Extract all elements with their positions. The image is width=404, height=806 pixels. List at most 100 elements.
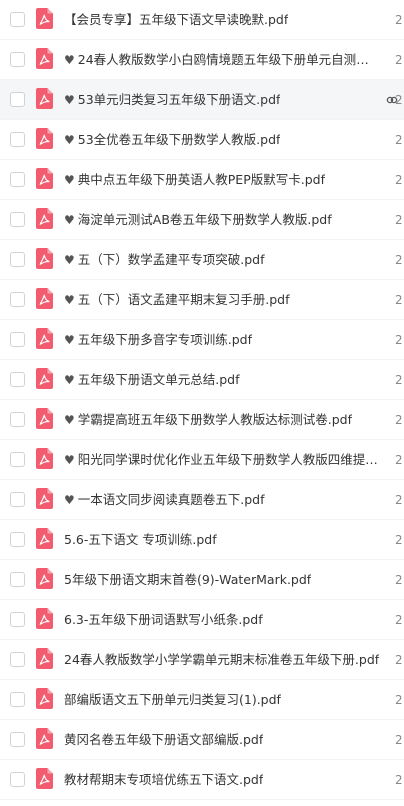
pdf-icon: [36, 768, 53, 789]
file-name-text: 部编版语文五下册单元归类复习(1).pdf: [64, 692, 281, 707]
pdf-icon: [36, 528, 53, 549]
file-row[interactable]: 教材帮期末专项培优练五下语文.pdf 2: [0, 760, 404, 800]
row-checkbox[interactable]: [10, 212, 25, 227]
file-date: 2: [395, 253, 403, 267]
file-date: 2: [395, 373, 403, 387]
file-row[interactable]: 【会员专享】五年级下语文早读晚默.pdf 2: [0, 0, 404, 40]
file-name[interactable]: ♥ 海淀单元测试AB卷五年级下册数学人教版.pdf: [64, 200, 332, 240]
row-checkbox[interactable]: [10, 412, 25, 427]
heart-icon: ♥: [64, 333, 75, 347]
file-row[interactable]: ♥ 24春人教版数学小白鸥情境题五年级下册单元自测卷.pdf 2: [0, 40, 404, 80]
file-name[interactable]: 5年级下册语文期末首卷(9)-WaterMark.pdf: [64, 560, 311, 600]
file-name[interactable]: ♥ 一本语文同步阅读真题卷五下.pdf: [64, 480, 265, 520]
row-checkbox[interactable]: [10, 92, 25, 107]
file-name[interactable]: ♥ 阳光同学课时优化作业五年级下册数学人教版四维提优.pdf: [64, 440, 380, 480]
row-checkbox[interactable]: [10, 292, 25, 307]
heart-icon: ♥: [64, 253, 75, 267]
pdf-icon: [36, 208, 53, 229]
file-row[interactable]: ♥ 学霸提高班五年级下册数学人教版达标测试卷.pdf 2: [0, 400, 404, 440]
file-name[interactable]: 部编版语文五下册单元归类复习(1).pdf: [64, 680, 281, 720]
file-name-text: 24春人教版数学小白鸥情境题五年级下册单元自测卷.pdf: [77, 52, 380, 67]
row-checkbox[interactable]: [10, 652, 25, 667]
file-row[interactable]: ♥ 53单元归类复习五年级下册语文.pdf 2: [0, 80, 404, 120]
pdf-icon: [36, 248, 53, 269]
pdf-icon: [36, 408, 53, 429]
file-name[interactable]: ♥ 五年级下册多音字专项训练.pdf: [64, 320, 252, 360]
heart-icon: ♥: [64, 293, 75, 307]
file-row[interactable]: 5年级下册语文期末首卷(9)-WaterMark.pdf 2: [0, 560, 404, 600]
file-name[interactable]: 教材帮期末专项培优练五下语文.pdf: [64, 760, 263, 800]
file-name[interactable]: 黄冈名卷五年级下册语文部编版.pdf: [64, 720, 263, 760]
file-row[interactable]: ♥ 典中点五年级下册英语人教PEP版默写卡.pdf 2: [0, 160, 404, 200]
file-name-text: 53全优卷五年级下册数学人教版.pdf: [77, 132, 281, 147]
pdf-icon: [36, 8, 53, 29]
row-checkbox[interactable]: [10, 532, 25, 547]
file-row[interactable]: ♥ 五（下）数学孟建平专项突破.pdf 2: [0, 240, 404, 280]
row-checkbox[interactable]: [10, 172, 25, 187]
row-checkbox[interactable]: [10, 612, 25, 627]
heart-icon: ♥: [64, 53, 75, 67]
heart-icon: ♥: [64, 93, 75, 107]
file-row[interactable]: ♥ 五年级下册多音字专项训练.pdf 2: [0, 320, 404, 360]
file-name[interactable]: ♥ 53单元归类复习五年级下册语文.pdf: [64, 80, 280, 120]
file-date: 2: [395, 533, 403, 547]
file-row[interactable]: ♥ 53全优卷五年级下册数学人教版.pdf 2: [0, 120, 404, 160]
file-name[interactable]: ♥ 53全优卷五年级下册数学人教版.pdf: [64, 120, 280, 160]
file-name[interactable]: ♥ 五（下）数学孟建平专项突破.pdf: [64, 240, 265, 280]
file-date: 2: [395, 413, 403, 427]
file-row[interactable]: 24春人教版数学小学学霸单元期末标准卷五年级下册.pdf 2: [0, 640, 404, 680]
file-name[interactable]: ♥ 五（下）语文孟建平期末复习手册.pdf: [64, 280, 290, 320]
file-row[interactable]: ♥ 一本语文同步阅读真题卷五下.pdf 2: [0, 480, 404, 520]
row-checkbox[interactable]: [10, 252, 25, 267]
row-checkbox[interactable]: [10, 52, 25, 67]
file-name[interactable]: 6.3-五年级下册词语默写小纸条.pdf: [64, 600, 263, 640]
row-checkbox[interactable]: [10, 732, 25, 747]
file-date: 2: [395, 53, 403, 67]
file-name[interactable]: 24春人教版数学小学学霸单元期末标准卷五年级下册.pdf: [64, 640, 379, 680]
row-checkbox[interactable]: [10, 572, 25, 587]
pdf-icon: [36, 728, 53, 749]
file-row[interactable]: 部编版语文五下册单元归类复习(1).pdf 2: [0, 680, 404, 720]
file-date: 2: [395, 653, 403, 667]
pdf-icon: [36, 688, 53, 709]
file-name-text: 黄冈名卷五年级下册语文部编版.pdf: [64, 732, 264, 747]
file-name[interactable]: ♥ 典中点五年级下册英语人教PEP版默写卡.pdf: [64, 160, 325, 200]
file-row[interactable]: ♥ 海淀单元测试AB卷五年级下册数学人教版.pdf 2: [0, 200, 404, 240]
row-checkbox[interactable]: [10, 12, 25, 27]
file-name[interactable]: ♥ 24春人教版数学小白鸥情境题五年级下册单元自测卷.pdf: [64, 40, 380, 80]
heart-icon: ♥: [64, 413, 75, 427]
file-name-text: 5.6-五下语文 专项训练.pdf: [64, 532, 217, 547]
file-row[interactable]: ♥ 阳光同学课时优化作业五年级下册数学人教版四维提优.pdf 2: [0, 440, 404, 480]
pdf-icon: [36, 608, 53, 629]
row-checkbox[interactable]: [10, 132, 25, 147]
row-checkbox[interactable]: [10, 492, 25, 507]
file-date: 2: [395, 453, 403, 467]
file-row[interactable]: 黄冈名卷五年级下册语文部编版.pdf 2: [0, 720, 404, 760]
file-row[interactable]: 5.6-五下语文 专项训练.pdf 2: [0, 520, 404, 560]
row-checkbox[interactable]: [10, 332, 25, 347]
file-row[interactable]: 6.3-五年级下册词语默写小纸条.pdf 2: [0, 600, 404, 640]
file-name[interactable]: ♥ 学霸提高班五年级下册数学人教版达标测试卷.pdf: [64, 400, 352, 440]
pdf-icon: [36, 488, 53, 509]
file-row[interactable]: ♥ 五（下）语文孟建平期末复习手册.pdf 2: [0, 280, 404, 320]
file-name-text: 6.3-五年级下册词语默写小纸条.pdf: [64, 612, 263, 627]
pdf-icon: [36, 568, 53, 589]
file-name[interactable]: 5.6-五下语文 专项训练.pdf: [64, 520, 217, 560]
row-checkbox[interactable]: [10, 772, 25, 787]
row-checkbox[interactable]: [10, 372, 25, 387]
row-checkbox[interactable]: [10, 692, 25, 707]
pdf-icon: [36, 88, 53, 109]
row-checkbox[interactable]: [10, 452, 25, 467]
pdf-icon: [36, 168, 53, 189]
heart-icon: ♥: [64, 453, 75, 467]
file-name-text: 教材帮期末专项培优练五下语文.pdf: [64, 772, 264, 787]
file-name[interactable]: ♥ 五年级下册语文单元总结.pdf: [64, 360, 240, 400]
file-name-text: 五年级下册语文单元总结.pdf: [77, 372, 240, 387]
file-name-text: 典中点五年级下册英语人教PEP版默写卡.pdf: [77, 172, 325, 187]
file-date: 2: [395, 333, 403, 347]
file-row[interactable]: ♥ 五年级下册语文单元总结.pdf 2: [0, 360, 404, 400]
pdf-icon: [36, 448, 53, 469]
file-name[interactable]: 【会员专享】五年级下语文早读晚默.pdf: [64, 0, 288, 40]
file-name-text: 5年级下册语文期末首卷(9)-WaterMark.pdf: [64, 572, 312, 587]
file-date: 2: [395, 13, 403, 27]
